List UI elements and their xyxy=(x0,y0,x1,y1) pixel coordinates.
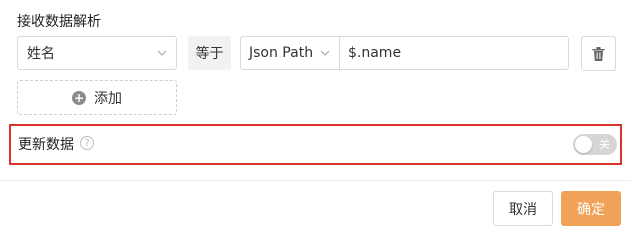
add-button-label: 添加 xyxy=(94,90,122,107)
path-input[interactable]: $.name xyxy=(339,36,569,70)
update-data-label: 更新数据 xyxy=(18,137,74,153)
question-circle-icon[interactable]: ? xyxy=(80,136,94,150)
chevron-down-icon xyxy=(320,50,330,56)
field-select[interactable]: 姓名 xyxy=(17,36,177,70)
update-data-toggle[interactable]: 关 xyxy=(573,134,617,155)
highlight-box xyxy=(9,124,622,165)
delete-button[interactable] xyxy=(581,36,616,71)
type-select-value: Json Path xyxy=(249,45,314,61)
cancel-button[interactable]: 取消 xyxy=(493,191,553,226)
chevron-down-icon xyxy=(157,50,167,56)
plus-circle-icon: + xyxy=(72,90,86,105)
toggle-knob xyxy=(575,136,592,153)
confirm-button[interactable]: 确定 xyxy=(561,191,621,226)
type-select[interactable]: Json Path xyxy=(240,36,340,70)
field-select-value: 姓名 xyxy=(27,46,55,62)
footer-divider xyxy=(0,180,631,181)
operator-label: 等于 xyxy=(188,36,231,70)
add-button[interactable]: + 添加 xyxy=(17,80,177,115)
toggle-text: 关 xyxy=(599,138,610,151)
trash-icon xyxy=(592,46,605,61)
path-input-value: $.name xyxy=(348,45,402,61)
section-title: 接收数据解析 xyxy=(17,14,101,30)
